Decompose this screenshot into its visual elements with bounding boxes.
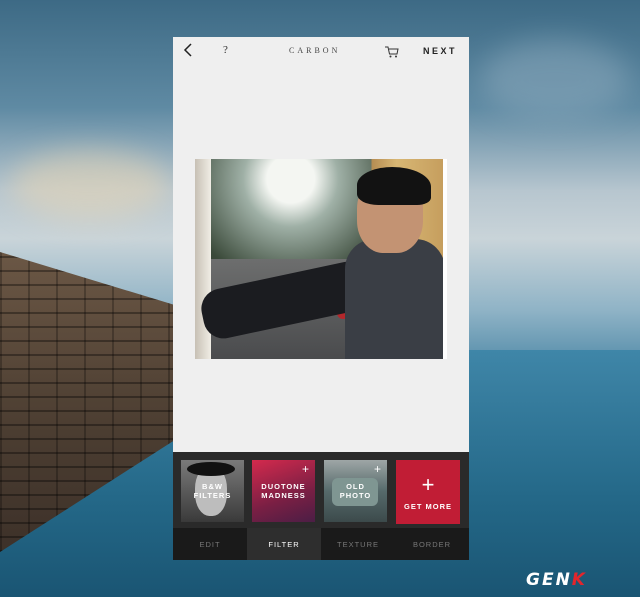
get-more-button[interactable]: + GET MORE	[396, 460, 460, 524]
photo-image	[195, 159, 447, 359]
help-button[interactable]: ?	[223, 44, 228, 56]
photo-preview	[195, 159, 447, 359]
tab-edit[interactable]: EDIT	[173, 528, 247, 560]
watermark-accent: K	[571, 570, 587, 590]
filter-duotone[interactable]: + DUOTONE MADNESS	[252, 460, 315, 522]
cart-icon	[385, 46, 399, 58]
get-more-label: GET MORE	[403, 501, 452, 511]
plus-icon: +	[421, 471, 435, 497]
tab-texture[interactable]: TEXTURE	[321, 528, 395, 560]
tab-border[interactable]: BORDER	[395, 528, 469, 560]
filter-old-photo[interactable]: + OLD PHOTO	[324, 460, 387, 522]
app-screen: ? CARBON NEXT B&W FILTERS + DUOTONE MADN…	[173, 37, 469, 560]
next-button[interactable]: NEXT	[423, 46, 457, 56]
filter-carousel: B&W FILTERS + DUOTONE MADNESS + OLD PHOT…	[173, 452, 469, 528]
photo-person-body	[345, 239, 445, 359]
filter-label: B&W FILTERS	[193, 482, 232, 500]
chevron-left-icon	[183, 43, 192, 57]
tile-thumbnail	[187, 462, 235, 476]
filter-label: OLD PHOTO	[339, 482, 372, 500]
top-bar: ? CARBON NEXT	[173, 37, 469, 67]
watermark-main: GEN	[526, 570, 572, 590]
tab-filter[interactable]: FILTER	[247, 528, 321, 560]
filter-bw[interactable]: B&W FILTERS	[181, 460, 244, 522]
bottom-tabs: EDIT FILTER TEXTURE BORDER	[173, 528, 469, 560]
back-button[interactable]	[183, 43, 197, 59]
plus-icon: +	[301, 462, 309, 476]
background-cloud	[480, 40, 630, 120]
filter-label: DUOTONE MADNESS	[261, 482, 306, 500]
plus-icon: +	[373, 462, 381, 476]
watermark-logo: GENK	[526, 570, 587, 590]
photo-person-hair	[357, 167, 431, 205]
photo-border-edge	[443, 159, 447, 359]
app-title: CARBON	[289, 46, 341, 55]
cart-button[interactable]	[385, 45, 399, 58]
background-cloud	[10, 150, 170, 220]
